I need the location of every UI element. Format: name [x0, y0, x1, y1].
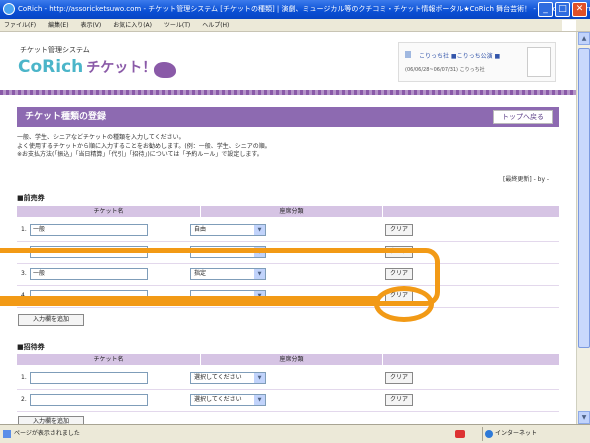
ticket-name-input[interactable]: 一般: [30, 224, 148, 236]
highlight-circle: [374, 286, 434, 322]
security-zone: インターネット: [482, 427, 552, 441]
last-updated: [最終更新] - by -: [503, 176, 550, 183]
statusbar: ページが表示されました インターネット: [0, 424, 590, 443]
chevron-down-icon: ▼: [254, 373, 265, 383]
col-seat-class: 座席分類: [200, 354, 382, 365]
add-row-button[interactable]: 入力欄を追加: [18, 314, 84, 326]
invite-heading: ■招待券: [17, 343, 45, 351]
user-links[interactable]: こりっち社 ■こりっち公演 ■: [419, 51, 533, 60]
scroll-thumb[interactable]: [578, 48, 590, 348]
logo-ticket: チケット！: [86, 60, 157, 76]
site-header: チケット管理システム CoRich チケット！ こりっち社 ■こりっち公演 ■ (…: [0, 32, 576, 94]
system-name: チケット管理システム: [20, 46, 90, 54]
clear-button[interactable]: クリア: [385, 372, 413, 384]
user-detail: (06/06/28~06/07/31) こりっち社: [405, 67, 485, 73]
window-titlebar: CoRich - http://assoricketsuwo.com - チケッ…: [0, 0, 590, 19]
user-info-box: こりっち社 ■こりっち公演 ■ (06/06/28~06/07/31) こりっち…: [398, 42, 556, 82]
mascot-icon: [154, 62, 176, 78]
maximize-button[interactable]: □: [555, 2, 570, 17]
zone-text: インターネット: [495, 430, 538, 437]
minimize-button[interactable]: _: [538, 2, 553, 17]
clear-button[interactable]: クリア: [385, 394, 413, 406]
menu-file[interactable]: ファイル(F): [4, 22, 36, 29]
table-row: 2. 選択してください ▼ クリア: [17, 390, 559, 412]
page-title-bar: チケット種類の登録 トップへ戻る: [17, 107, 559, 127]
highlight-arrow: [0, 296, 380, 306]
menu-edit[interactable]: 編集(E): [48, 22, 68, 29]
seat-class-select[interactable]: 選択してください ▼: [190, 394, 266, 406]
row-number: 1.: [21, 374, 27, 381]
popup-blocker-icon: [455, 430, 465, 438]
page-title: チケット種類の登録: [25, 112, 107, 122]
menubar: ファイル(F) 編集(E) 表示(V) お気に入り(A) ツール(T) ヘルプ(…: [0, 19, 590, 32]
table-row: 1. 一般 自由 ▼ クリア: [17, 220, 559, 242]
col-seat-class: 座席分類: [200, 206, 382, 217]
row-number: 2.: [21, 396, 27, 403]
ticket-name-input[interactable]: [30, 372, 148, 384]
vertical-scrollbar[interactable]: ▲ ▼: [576, 32, 590, 424]
seat-class-value: 選択してください: [194, 396, 242, 403]
scroll-up-icon[interactable]: ▲: [578, 32, 590, 45]
windows-logo-icon: [562, 20, 576, 31]
corich-logo[interactable]: CoRich チケット！: [18, 57, 156, 77]
menu-view[interactable]: 表示(V): [80, 22, 101, 29]
user-icon: [405, 51, 411, 58]
menu-favorites[interactable]: お気に入り(A): [113, 22, 152, 29]
seat-class-select[interactable]: 選択してください ▼: [190, 372, 266, 384]
intro-line: ※お支払方法(「振込」「当日精算」「代引」「招待」)については「予約ルール」で設…: [17, 151, 263, 158]
seat-class-value: 選択してください: [194, 374, 242, 381]
chevron-down-icon: ▼: [254, 395, 265, 405]
page-icon: [3, 430, 11, 438]
status-text: ページが表示されました: [14, 430, 80, 437]
top-page-button[interactable]: トップへ戻る: [493, 110, 553, 124]
intro-text: 一般、学生、シニアなどチケットの種類を入力してください。 よく使用するチケットか…: [17, 134, 271, 160]
seat-class-value: 自由: [194, 226, 207, 233]
clear-button[interactable]: クリア: [385, 224, 413, 236]
chevron-down-icon: ▼: [254, 225, 265, 235]
presale-table-header: チケット名 座席分類: [17, 206, 559, 217]
menu-help[interactable]: ヘルプ(H): [202, 22, 229, 29]
scroll-down-icon[interactable]: ▼: [578, 411, 590, 424]
row-number: 1.: [21, 226, 27, 233]
intro-line: 一般、学生、シニアなどチケットの種類を入力してください。: [17, 134, 185, 141]
col-ticket-name: チケット名: [93, 208, 124, 215]
globe-icon: [485, 430, 493, 438]
intro-line: よく使用するチケットから順に入力することをお勧めします。(例：一般、学生、シニア…: [17, 142, 271, 150]
logo-corich: CoRich: [18, 57, 84, 77]
menu-tools[interactable]: ツール(T): [164, 22, 190, 29]
ticket-name-input[interactable]: [30, 394, 148, 406]
close-button[interactable]: ✕: [572, 2, 587, 17]
ie-icon: [3, 3, 15, 15]
avatar: [527, 47, 551, 77]
add-row-button[interactable]: 入力欄を追加: [18, 416, 84, 424]
page-content: チケット管理システム CoRich チケット！ こりっち社 ■こりっち公演 ■ (…: [0, 32, 576, 424]
window-title: CoRich - http://assoricketsuwo.com - チケッ…: [18, 5, 590, 13]
presale-heading: ■前売券: [17, 194, 45, 202]
seat-class-select[interactable]: 自由 ▼: [190, 224, 266, 236]
header-divider: [0, 90, 576, 95]
invite-table-header: チケット名 座席分類: [17, 354, 559, 365]
col-ticket-name: チケット名: [93, 356, 124, 363]
table-row: 1. 選択してください ▼ クリア: [17, 368, 559, 390]
